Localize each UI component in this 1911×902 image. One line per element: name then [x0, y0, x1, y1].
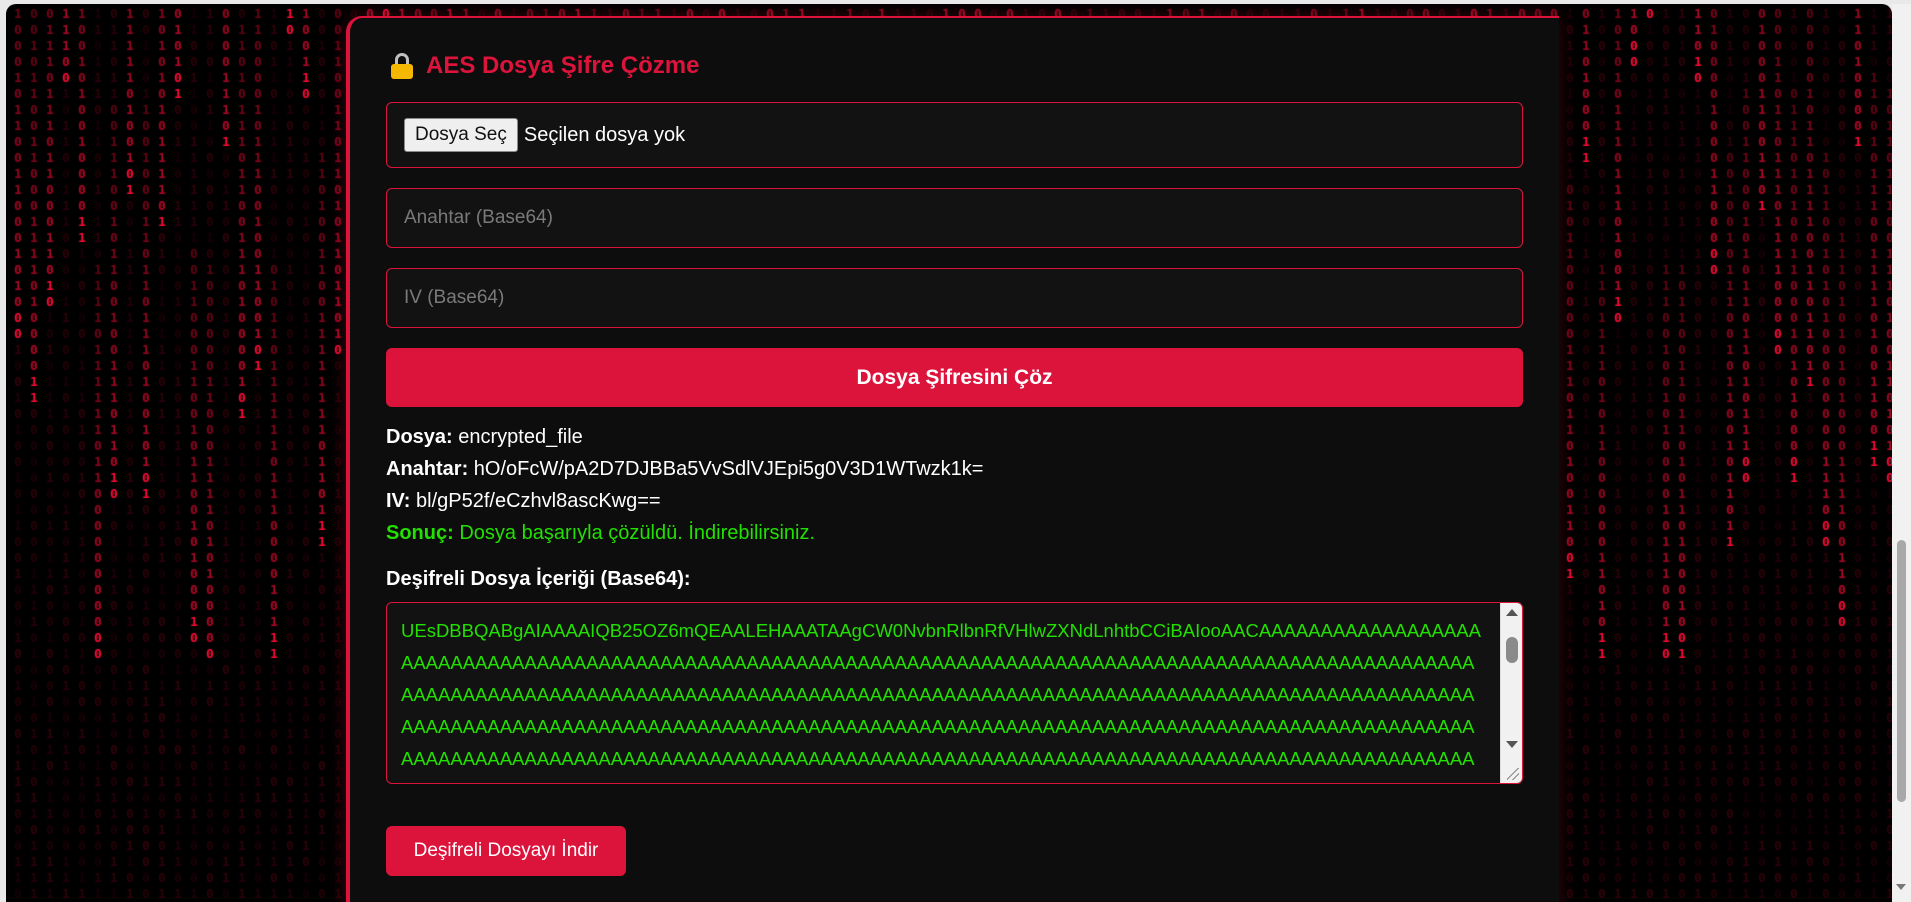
iv-label: IV: [386, 490, 411, 512]
page-scroll-down-arrow-icon[interactable] [1896, 884, 1906, 890]
result-label: Sonuç: [386, 522, 454, 544]
page-title: AES Dosya Şifre Çözme [426, 52, 700, 79]
page-scroll-thumb[interactable] [1897, 540, 1906, 802]
page-viewport: AES Dosya Şifre Çözme Dosya Seç Seçilen … [6, 4, 1892, 902]
key-input[interactable] [386, 188, 1523, 248]
textarea-scrollbar[interactable] [1500, 603, 1522, 783]
info-key-row: Anahtar: hO/oFcW/pA2D7DJBBa5VvSdlVJEpi5g… [386, 458, 983, 481]
result-message: Dosya başarıyla çözüldü. İndirebilirsini… [459, 522, 816, 544]
info-iv-row: IV: bl/gP52f/eCzhvl8ascKwg== [386, 490, 661, 513]
iv-value: bl/gP52f/eCzhvl8ascKwg== [416, 490, 661, 512]
key-label: Anahtar: [386, 458, 469, 480]
decrypted-content-label: Deşifreli Dosya İçeriği (Base64): [386, 568, 691, 590]
file-name-value: encrypted_file [458, 426, 583, 448]
decrypt-card: AES Dosya Şifre Çözme Dosya Seç Seçilen … [346, 16, 1559, 902]
lock-icon [390, 53, 414, 79]
download-decrypted-file-button[interactable]: Deşifreli Dosyayı İndir [386, 826, 626, 876]
info-file-row: Dosya: encrypted_file [386, 426, 583, 449]
decrypted-content-textarea[interactable]: UEsDBBQABgAIAAAAIQB25OZ6mQEAALEHAAATAAgC… [386, 602, 1523, 784]
iv-input[interactable] [386, 268, 1523, 328]
scroll-down-arrow-icon[interactable] [1506, 741, 1518, 748]
file-label: Dosya: [386, 426, 453, 448]
decrypt-file-button[interactable]: Dosya Şifresini Çöz [386, 348, 1523, 407]
choose-file-button[interactable]: Dosya Seç [404, 118, 518, 152]
info-result-row: Sonuç: Dosya başarıyla çözüldü. İndirebi… [386, 522, 815, 545]
page-scrollbar[interactable] [1892, 4, 1911, 902]
file-input[interactable]: Dosya Seç Seçilen dosya yok [386, 102, 1523, 168]
decrypted-content-text: UEsDBBQABgAIAAAAIQB25OZ6mQEAALEHAAATAAgC… [401, 620, 1481, 783]
scroll-up-arrow-icon[interactable] [1506, 609, 1518, 616]
textarea-scroll-thumb[interactable] [1506, 637, 1518, 663]
key-value: hO/oFcW/pA2D7DJBBa5VvSdlVJEpi5g0V3D1WTwz… [473, 458, 984, 480]
resize-grip-icon[interactable] [1507, 768, 1519, 780]
file-status-text: Seçilen dosya yok [523, 123, 686, 146]
card-header: AES Dosya Şifre Çözme [390, 52, 699, 80]
